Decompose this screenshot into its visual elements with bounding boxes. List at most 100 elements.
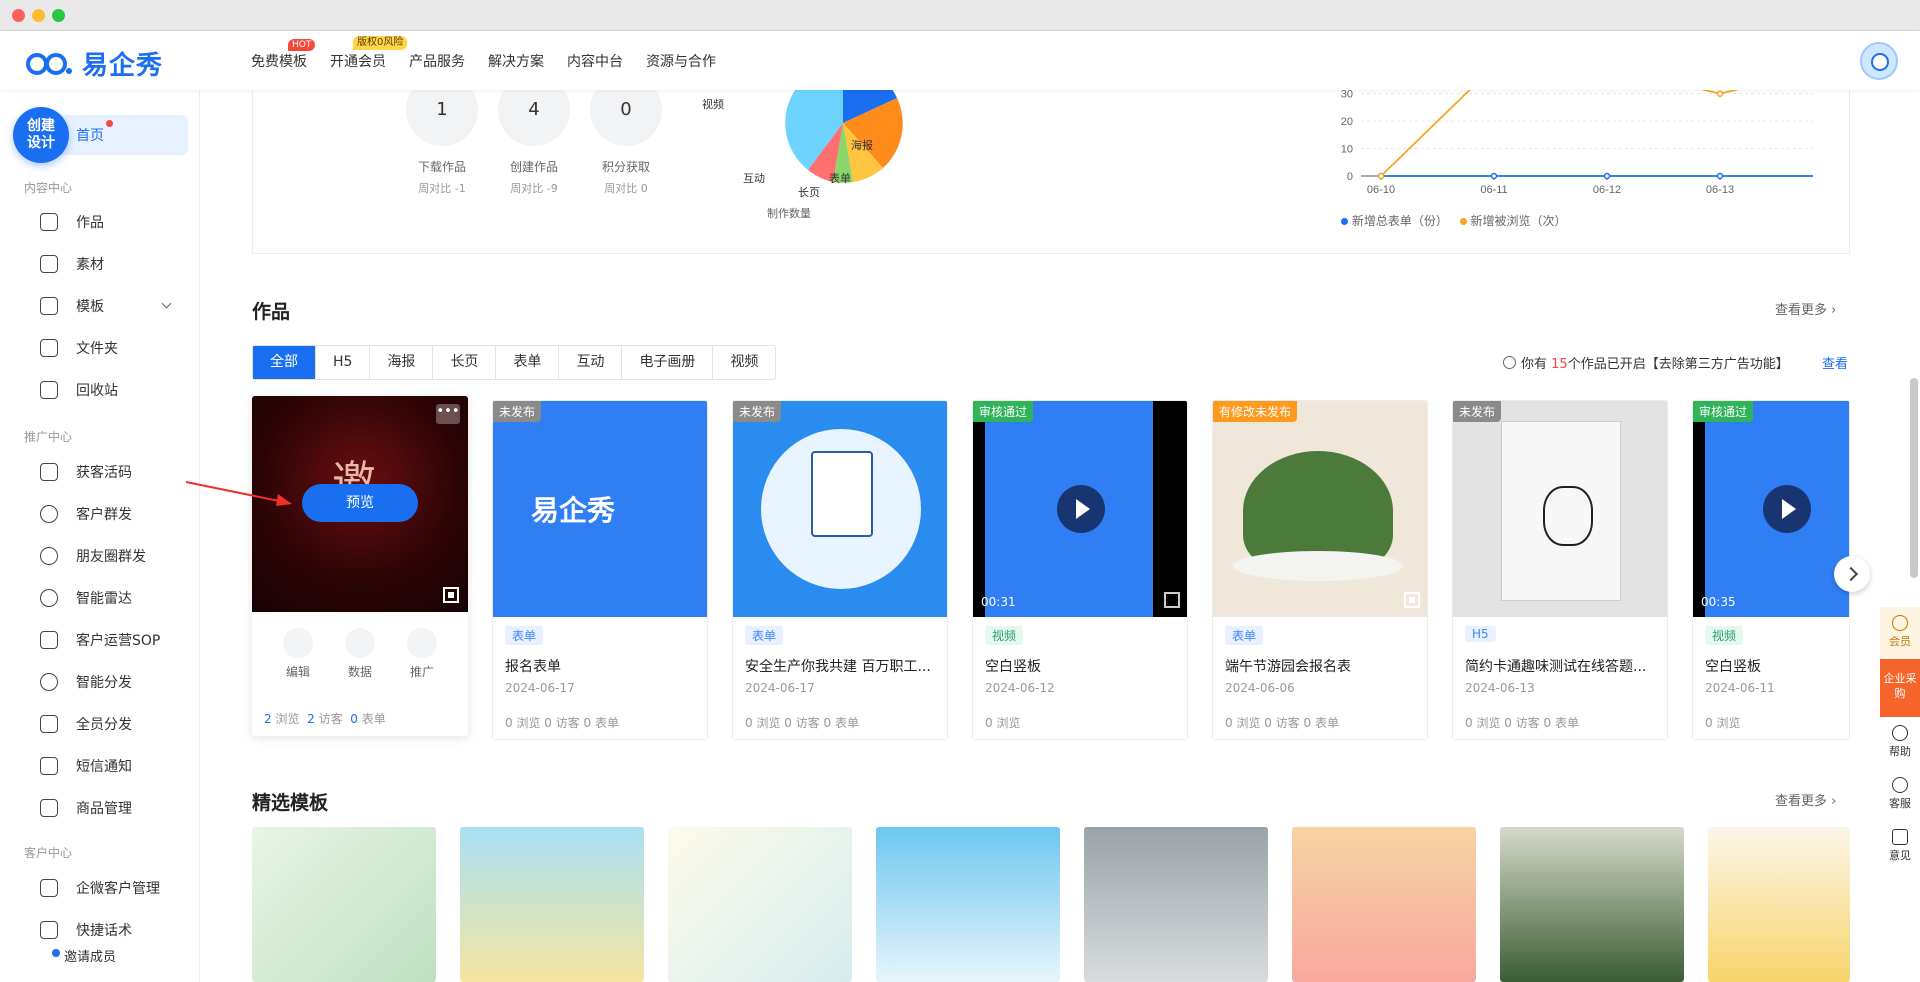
legend-views: 新增被浏览（次） <box>1470 214 1567 228</box>
sidebar-item-staff-dist[interactable]: 全员分发 <box>40 712 132 736</box>
face-illustration <box>1543 486 1593 546</box>
sidebar-item-radar[interactable]: 智能雷达 <box>40 586 132 610</box>
product-icon <box>40 799 58 817</box>
tab-poster[interactable]: 海报 <box>370 346 434 379</box>
sidebar-item-products[interactable]: 商品管理 <box>40 796 132 820</box>
tab-interactive[interactable]: 互动 <box>559 346 623 379</box>
sidebar-item-smart-dist[interactable]: 智能分发 <box>40 670 132 694</box>
works-more-link[interactable]: 查看更多 › <box>1775 299 1836 318</box>
sidebar-item-trash[interactable]: 回收站 <box>40 378 118 402</box>
sidebar-item-quick-reply[interactable]: 快捷话术 <box>40 918 132 942</box>
nav-free-templates[interactable]: 免费模板 HOT <box>251 39 316 71</box>
notice-view-link[interactable]: 查看 <box>1822 353 1848 372</box>
annotation-arrow <box>185 481 292 506</box>
template-thumb[interactable] <box>1500 827 1684 982</box>
template-thumb[interactable] <box>1292 827 1476 982</box>
maximize-window-icon[interactable] <box>52 9 65 22</box>
play-icon[interactable] <box>1057 485 1105 533</box>
brand-logo[interactable]: 易企秀 <box>24 45 163 82</box>
preview-button[interactable]: 预览 <box>302 484 418 522</box>
tab-form[interactable]: 表单 <box>496 346 560 379</box>
card-thumbnail <box>1453 401 1667 617</box>
sidebar-item-folder[interactable]: 文件夹 <box>40 336 118 360</box>
sidebar-item-wecom-customers[interactable]: 企微客户管理 <box>40 876 160 900</box>
series-point-1 <box>1377 172 1385 180</box>
line-chart: 010203006-1006-1106-1206-1306-1406-1506-… <box>1341 90 1813 196</box>
work-card[interactable]: 未发布 表单 安全生产你我共建 百万职工... 2024-06-17 0 浏览 … <box>732 400 948 740</box>
chat-icon <box>40 631 58 649</box>
play-icon[interactable] <box>1763 485 1811 533</box>
work-card[interactable]: 有修改未发布 表单 端午节游园会报名表 2024-06-06 0 浏览 0 访客… <box>1212 400 1428 740</box>
sidebar-item-sop[interactable]: 客户运营SOP <box>40 628 160 652</box>
rail-enterprise[interactable]: 企业采购 <box>1880 659 1920 717</box>
tab-h5[interactable]: H5 <box>316 346 371 379</box>
forms-label: 表单 <box>361 712 386 726</box>
more-options-button[interactable]: ••• <box>436 404 460 424</box>
card-thumbnail: 00:31 <box>973 401 1187 617</box>
nav-membership[interactable]: 开通会员 版权0风险 <box>330 36 408 71</box>
status-badge: 有修改未发布 <box>1213 401 1298 422</box>
user-avatar[interactable] <box>1860 42 1898 80</box>
promote-action[interactable]: 推广 <box>402 628 442 680</box>
work-card[interactable]: 易企秀 未发布 表单 报名表单 2024-06-17 0 浏览 0 访客 0 表… <box>492 400 708 740</box>
rail-help[interactable]: 帮助 <box>1880 717 1920 769</box>
nav-products[interactable]: 产品服务 <box>409 51 465 71</box>
page-scrollbar[interactable] <box>1910 378 1918 578</box>
template-thumb[interactable] <box>1708 827 1850 982</box>
invite-members-link[interactable]: 邀请成员 <box>51 946 116 965</box>
sidebar-item-works[interactable]: 作品 <box>40 210 104 234</box>
templates-more-link[interactable]: 查看更多 › <box>1775 790 1836 809</box>
work-card[interactable]: 00:35 审核通过 视频 空白竖板 2024-06-11 0 浏览 <box>1692 400 1850 740</box>
card-title[interactable]: 安全生产你我共建 百万职工... <box>745 656 941 676</box>
mail-icon <box>40 757 58 775</box>
fullscreen-icon[interactable] <box>1164 592 1180 608</box>
card-thumbnail <box>733 401 947 617</box>
carousel-next-button[interactable] <box>1834 556 1870 592</box>
chevron-down-icon[interactable] <box>161 298 172 309</box>
template-thumb[interactable] <box>876 827 1060 982</box>
sidebar-item-moments[interactable]: 朋友圈群发 <box>40 544 146 568</box>
create-design-button[interactable]: 创建设计 <box>13 107 69 163</box>
tab-all[interactable]: 全部 <box>253 346 316 379</box>
rail-vip[interactable]: 会员 <box>1880 607 1920 659</box>
work-card-invitation[interactable]: 邀 ••• 预览 编辑 数据 推广 2 浏览 2 访客 0 表单 <box>252 396 468 736</box>
trash-icon <box>40 381 58 399</box>
sidebar-item-templates[interactable]: 模板 <box>40 294 104 318</box>
nav-label: 开通会员 <box>330 54 386 70</box>
thumb-brand: 易企秀 <box>531 494 616 527</box>
sidebar-item-group-send[interactable]: 客户群发 <box>40 502 132 526</box>
visitors-label: 访客 <box>318 712 343 726</box>
card-title[interactable]: 空白竖板 <box>1705 656 1845 676</box>
close-window-icon[interactable] <box>12 9 25 22</box>
rail-service[interactable]: 客服 <box>1880 769 1920 821</box>
notice-count: 15 <box>1551 357 1568 372</box>
card-title[interactable]: 端午节游园会报名表 <box>1225 656 1421 676</box>
sidebar-item-sms[interactable]: 短信通知 <box>40 754 132 778</box>
nav-resources[interactable]: 资源与合作 <box>646 51 716 71</box>
template-thumb[interactable] <box>668 827 852 982</box>
right-float-rail: 会员 企业采购 帮助 客服 意见 <box>1880 607 1920 873</box>
data-action[interactable]: 数据 <box>340 628 380 680</box>
template-thumb[interactable] <box>460 827 644 982</box>
sidebar-item-lead-code[interactable]: 获客活码 <box>40 460 132 484</box>
qrcode-icon[interactable] <box>1404 592 1420 608</box>
qrcode-icon[interactable] <box>443 587 459 603</box>
edit-action[interactable]: 编辑 <box>278 628 318 680</box>
work-card[interactable]: 未发布 H5 简约卡通趣味测试在线答题... 2024-06-13 0 浏览 0… <box>1452 400 1668 740</box>
tab-video[interactable]: 视频 <box>713 346 775 379</box>
minimize-window-icon[interactable] <box>32 9 45 22</box>
sidebar-item-materials[interactable]: 素材 <box>40 252 104 276</box>
nav-label: 产品服务 <box>409 54 465 70</box>
card-title[interactable]: 报名表单 <box>505 656 701 676</box>
sidebar-label: 作品 <box>76 215 104 231</box>
template-thumb[interactable] <box>1084 827 1268 982</box>
tab-longpage[interactable]: 长页 <box>433 346 497 379</box>
card-title[interactable]: 空白竖板 <box>985 656 1181 676</box>
rail-feedback[interactable]: 意见 <box>1880 821 1920 873</box>
nav-solutions[interactable]: 解决方案 <box>488 51 544 71</box>
card-title[interactable]: 简约卡通趣味测试在线答题... <box>1465 656 1661 676</box>
template-thumb[interactable] <box>252 827 436 982</box>
work-card[interactable]: 00:31 审核通过 视频 空白竖板 2024-06-12 0 浏览 <box>972 400 1188 740</box>
nav-content-center[interactable]: 内容中台 <box>567 51 623 71</box>
tab-ebook[interactable]: 电子画册 <box>622 346 714 379</box>
